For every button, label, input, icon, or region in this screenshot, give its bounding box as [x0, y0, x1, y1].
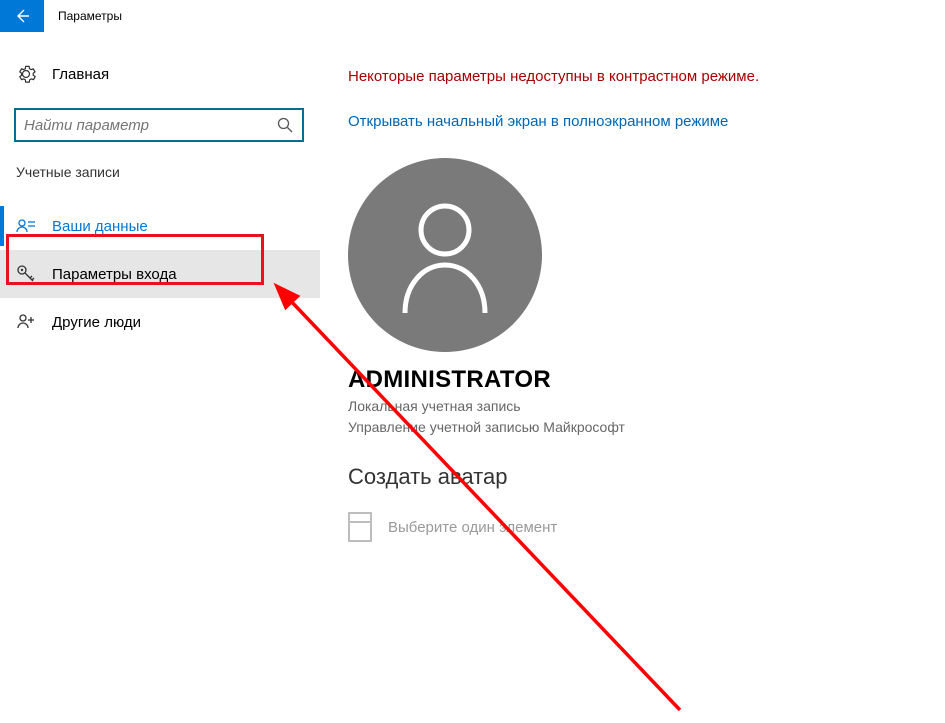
titlebar: Параметры	[0, 0, 945, 32]
sidebar-item-other-people[interactable]: Другие люди	[0, 298, 320, 346]
gear-icon	[16, 64, 36, 84]
main-content: Некоторые параметры недоступны в контрас…	[320, 32, 945, 723]
user-subtitle-ms-link[interactable]: Управление учетной записью Майкрософт	[348, 417, 945, 438]
sidebar-item-label: Параметры входа	[52, 266, 177, 283]
avatar-picker[interactable]: Выберите один элемент	[348, 512, 945, 542]
arrow-left-icon	[14, 8, 30, 24]
sidebar-item-signin-options[interactable]: Параметры входа	[0, 250, 320, 298]
create-avatar-heading: Создать аватар	[348, 464, 945, 490]
person-icon	[390, 195, 500, 315]
search-input[interactable]	[24, 117, 276, 134]
sidebar-home[interactable]: Главная	[0, 54, 320, 94]
people-icon	[16, 312, 36, 332]
person-card-icon	[16, 216, 36, 236]
sidebar-item-label: Ваши данные	[52, 218, 148, 235]
fullscreen-link[interactable]: Открывать начальный экран в полноэкранно…	[348, 113, 945, 130]
sidebar-item-label: Другие люди	[52, 314, 141, 331]
search-icon	[276, 116, 294, 134]
sidebar-item-your-info[interactable]: Ваши данные	[0, 202, 320, 250]
picker-label: Выберите один элемент	[388, 519, 557, 536]
back-button[interactable]	[0, 0, 44, 32]
user-name: ADMINISTRATOR	[348, 366, 945, 394]
user-subtitle-local: Локальная учетная запись	[348, 396, 945, 417]
avatar	[348, 158, 542, 352]
image-placeholder-icon	[348, 512, 372, 542]
warning-text: Некоторые параметры недоступны в контрас…	[348, 68, 945, 85]
sidebar: Главная Учетные записи Ваши да	[0, 32, 320, 723]
window-title: Параметры	[58, 9, 122, 23]
key-icon	[16, 264, 36, 284]
search-box[interactable]	[14, 108, 304, 142]
sidebar-home-label: Главная	[52, 66, 109, 83]
sidebar-section-header: Учетные записи	[0, 164, 320, 180]
